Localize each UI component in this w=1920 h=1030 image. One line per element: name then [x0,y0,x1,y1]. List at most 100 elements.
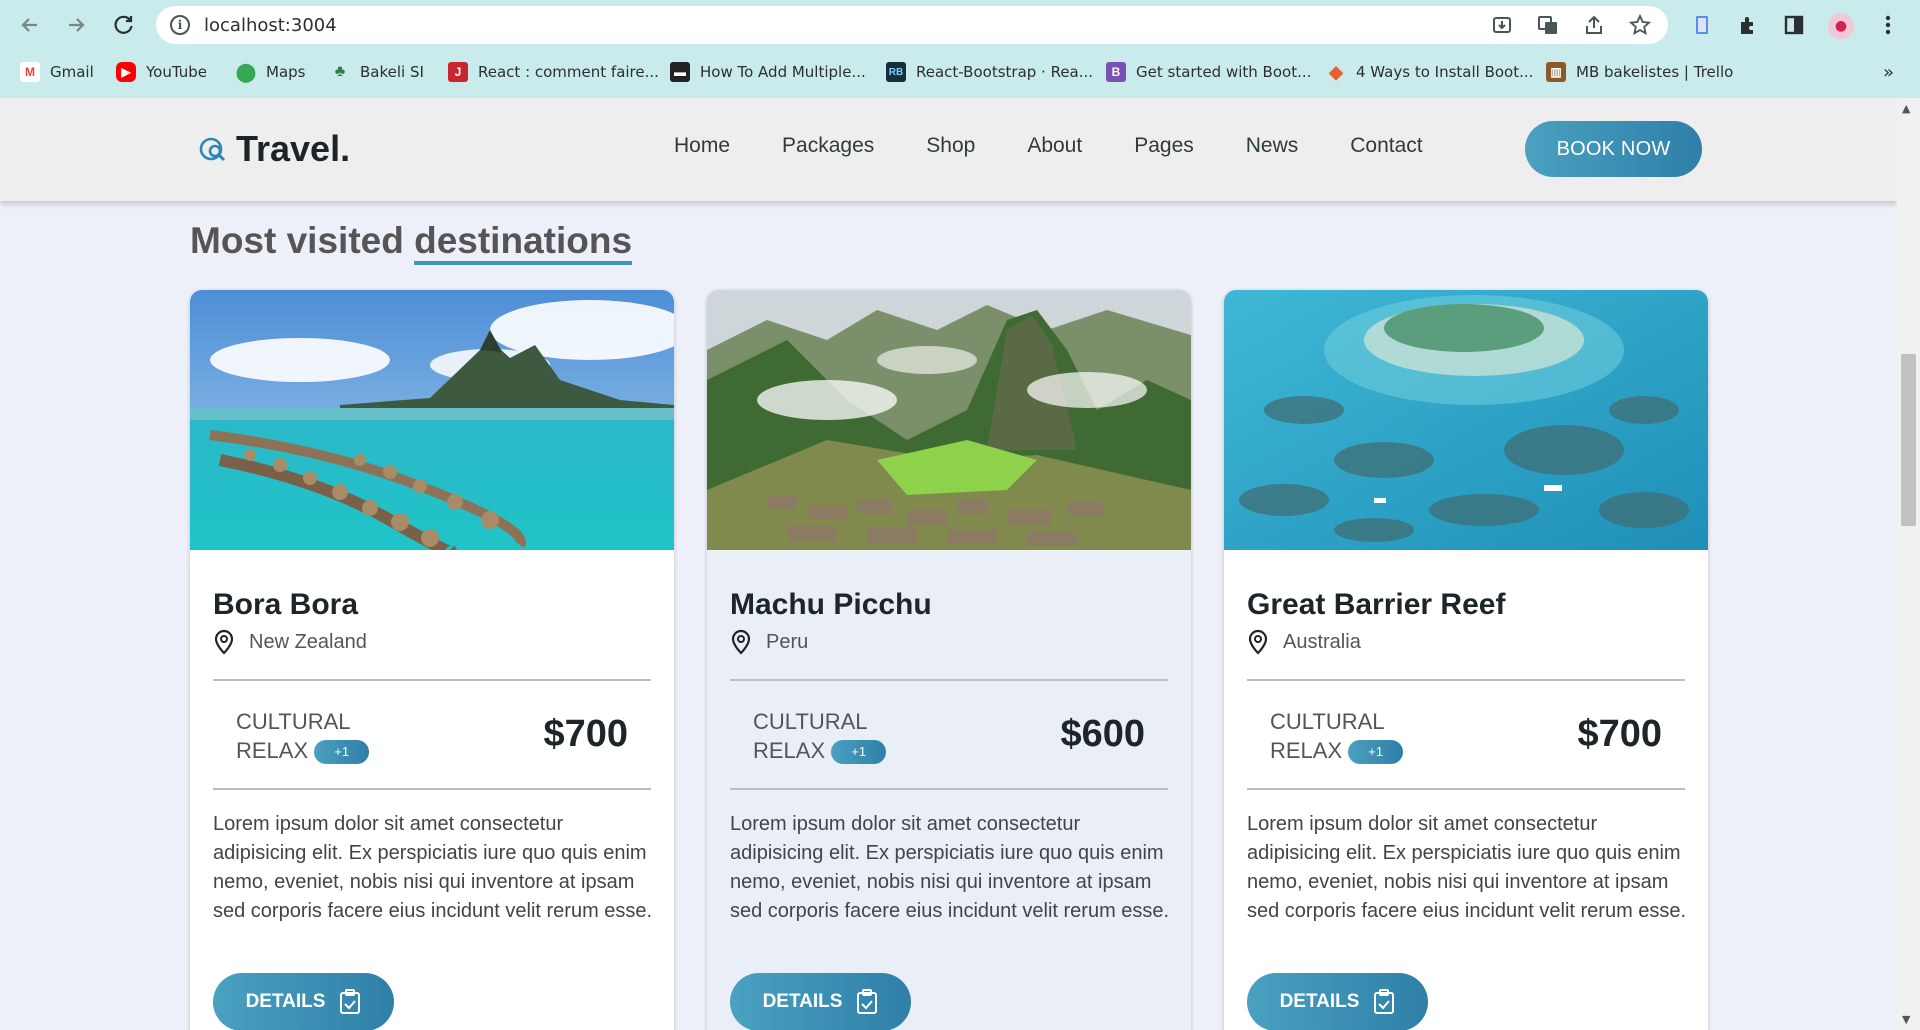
globe-search-icon [198,134,228,164]
tag-relax: RELAX [1270,738,1343,763]
side-panel-icon[interactable] [1782,13,1806,37]
bootstrap-icon: B [1106,62,1126,82]
logo-text: Travel. [236,128,351,169]
site-info-icon[interactable]: i [170,15,190,35]
nav-news[interactable]: News [1246,134,1299,158]
location-text: Peru [766,630,809,653]
nav-packages[interactable]: Packages [782,134,874,158]
site-logo[interactable]: Travel. [198,128,350,170]
card-divider [213,788,651,790]
nav-about[interactable]: About [1027,134,1082,158]
scroll-up-arrow-icon[interactable]: ▲ [1902,102,1910,115]
omnibox[interactable]: i localhost:3004 [156,6,1668,44]
reload-icon [114,15,133,34]
extension-page-icon[interactable] [1690,13,1714,37]
price: $700 [543,713,628,755]
bookmarks-overflow-icon[interactable]: » [1883,62,1894,83]
destination-description: Lorem ipsum dolor sit amet consectetur a… [730,813,1170,922]
details-button[interactable]: DETAILS [213,973,394,1030]
destination-title: Machu Picchu [730,588,932,621]
trip-tags: CULTURAL RELAX +1 [1270,707,1404,765]
tag-relax: RELAX [236,738,309,763]
nav-contact[interactable]: Contact [1350,134,1422,158]
rb-icon: RB [886,62,906,82]
vertical-scrollbar[interactable]: ▲ ▼ [1897,98,1920,1030]
browser-chrome: i localhost:3004 ● M Gmail ▶ YouTube ⬤ M… [0,0,1920,98]
nav-home[interactable]: Home [674,134,730,158]
price: $600 [1060,713,1145,755]
reload-button[interactable] [108,9,140,41]
nav-shop[interactable]: Shop [926,134,975,158]
card-divider [730,788,1168,790]
location-pin-icon [213,629,235,655]
page-icon: ▬ [670,62,690,82]
youtube-icon: ▶ [116,62,136,82]
j-icon: J [448,62,468,82]
forward-arrow-icon [69,18,85,32]
bookmark-youtube[interactable]: ▶ YouTube [116,60,207,84]
location-pin-icon [1247,629,1269,655]
clipboard-check-icon [857,989,878,1014]
back-arrow-icon [21,18,37,32]
scrollbar-thumb[interactable] [1901,354,1916,526]
bookmarks-bar: M Gmail ▶ YouTube ⬤ Maps ♣ Bakeli SI J R… [0,52,1920,92]
bookmark-maps[interactable]: ⬤ Maps [235,60,306,84]
bookmark-how-to-add[interactable]: ▬ How To Add Multiple... [670,60,866,84]
bakeli-icon: ♣ [334,63,346,80]
card-divider [730,679,1168,681]
trip-tags: CULTURAL RELAX +1 [236,707,370,765]
location-text: Australia [1283,630,1361,653]
destination-card: Great Barrier Reef Australia CULTURAL RE… [1224,290,1708,1030]
location-text: New Zealand [249,630,367,653]
install-app-icon[interactable] [1490,13,1514,37]
destination-card: Bora Bora New Zealand CULTURAL RELAX +1 $… [190,290,674,1030]
price: $700 [1577,713,1662,755]
profile-avatar[interactable]: ● [1828,13,1854,39]
bookmark-gmail[interactable]: M Gmail [20,60,94,84]
section-title-highlight: destinations [414,220,633,265]
scroll-down-arrow-icon[interactable]: ▼ [1902,1013,1910,1026]
translate-icon[interactable] [1536,13,1560,37]
details-button[interactable]: DETAILS [730,973,911,1030]
share-icon[interactable] [1582,13,1606,37]
destination-description: Lorem ipsum dolor sit amet consectetur a… [1247,813,1687,922]
bookmark-install-boot[interactable]: ◆ 4 Ways to Install Boot... [1326,60,1533,84]
nav-pages[interactable]: Pages [1134,134,1194,158]
destination-title: Bora Bora [213,588,359,621]
destination-description: Lorem ipsum dolor sit amet consectetur a… [213,813,653,922]
details-button[interactable]: DETAILS [1247,973,1428,1030]
extensions-puzzle-icon[interactable] [1736,13,1760,37]
tag-cultural: CULTURAL [236,709,351,734]
destination-card: Machu Picchu Peru CULTURAL RELAX +1 $600 … [707,290,1191,1030]
bookmark-bakeli[interactable]: ♣ Bakeli SI [330,60,424,84]
back-button[interactable] [14,9,46,41]
book-now-button[interactable]: BOOK NOW [1525,121,1702,177]
more-tags-badge[interactable]: +1 [831,740,887,765]
bookmark-react-comment[interactable]: J React : comment faire... [448,60,659,84]
location-pin-icon [730,629,752,655]
clipboard-check-icon [1374,989,1395,1014]
destination-location: Australia [1247,629,1361,655]
main-nav: Home Packages Shop About Pages News Cont… [674,134,1475,158]
destination-location: New Zealand [213,629,367,655]
page-viewport: Travel. Home Packages Shop About Pages N… [0,98,1897,1030]
site-header: Travel. Home Packages Shop About Pages N… [0,98,1897,201]
more-tags-badge[interactable]: +1 [1348,740,1404,765]
destination-image-machu-picchu [707,290,1191,550]
tag-cultural: CULTURAL [753,709,868,734]
trip-tags: CULTURAL RELAX +1 [753,707,887,765]
destination-title: Great Barrier Reef [1247,588,1506,621]
clipboard-check-icon [340,989,361,1014]
tag-cultural: CULTURAL [1270,709,1385,734]
forward-button[interactable] [60,9,92,41]
bookmark-trello[interactable]: ▥ MB bakelistes | Trello [1546,60,1733,84]
maps-icon: ⬤ [235,61,257,82]
more-tags-badge[interactable]: +1 [314,740,370,765]
card-divider [213,679,651,681]
bookmark-react-bootstrap[interactable]: RB React-Bootstrap · Rea... [886,60,1093,84]
chrome-menu-icon[interactable] [1876,13,1900,37]
section-title: Most visited destinations [190,220,633,265]
bookmark-bootstrap[interactable]: B Get started with Boot... [1106,60,1311,84]
bookmark-star-icon[interactable] [1628,13,1652,37]
url-text[interactable]: localhost:3004 [204,15,337,36]
